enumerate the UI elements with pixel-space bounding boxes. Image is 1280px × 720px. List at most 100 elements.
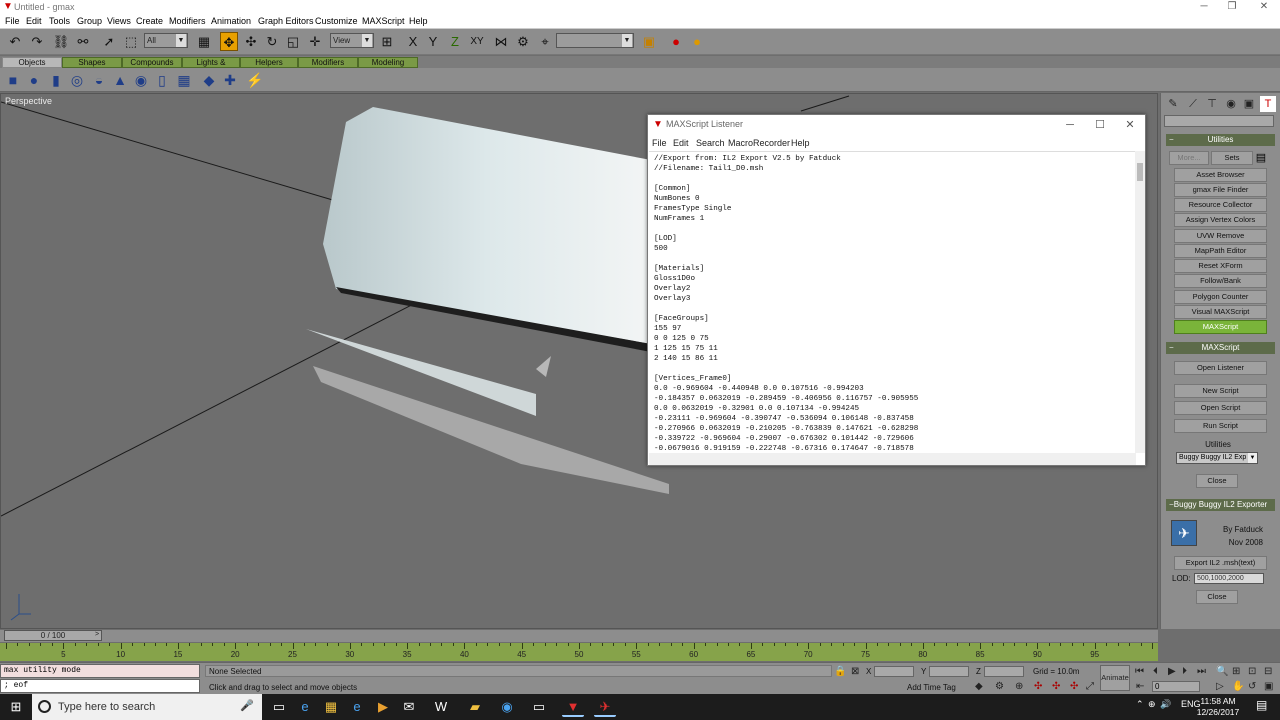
key-mode-toggle-icon[interactable]: ⇤ [1136,681,1144,692]
tab-shapes[interactable]: Shapes [62,57,122,68]
tab-modeling[interactable]: Modeling [358,57,418,68]
torus-icon[interactable]: ◎ [68,71,86,89]
plane-icon[interactable]: ▦ [175,71,193,89]
maximize-viewport-icon[interactable]: ▣ [1264,681,1273,692]
utility-gmax-file-finder[interactable]: gmax File Finder [1174,183,1267,197]
bone-icon[interactable]: ⚡ [246,71,264,89]
axis-z-icon[interactable]: Z [446,32,464,51]
track-bar[interactable]: 5 10 15 20 25 30 35 40 45 50 55 60 65 70 75 80 85 90 95 [0,643,1158,661]
lock-selection-icon[interactable]: 🔒 [834,666,846,677]
restore-button[interactable]: ❐ [1220,0,1244,14]
utility-polygon-counter[interactable]: Polygon Counter [1174,290,1267,304]
time-config-icon[interactable]: ⚙ [995,681,1004,692]
animate-button[interactable]: Animate [1100,665,1130,691]
listener-menu-search[interactable]: Search [696,138,725,148]
menu-customize[interactable]: Customize [315,16,358,27]
tab-helpers[interactable]: Helpers [240,57,298,68]
utility-asset-browser[interactable]: Asset Browser [1174,168,1267,182]
select-rotate-icon[interactable]: ✣ [242,32,260,51]
select-arrow-icon[interactable]: ➚ [100,32,118,51]
utility-reset-xform[interactable]: Reset XForm [1174,259,1267,273]
menu-group[interactable]: Group [77,16,102,27]
pivot-center-icon[interactable]: ⊞ [378,32,396,51]
maxscript-mini-listener-output[interactable]: max utility mode [0,664,200,678]
lod-input[interactable]: 500,1000,2000 [1194,573,1264,584]
listener-menu-edit[interactable]: Edit [673,138,689,148]
arc-rotate-icon[interactable]: ↺ [1248,681,1256,692]
go-to-end-icon[interactable]: ⏭ [1197,666,1206,677]
cylinder-icon[interactable]: ▮ [47,71,65,89]
spinner-snap-icon[interactable]: ✣ [1070,681,1078,692]
utilities-tab-icon[interactable]: T [1260,96,1276,112]
internet-explorer-icon[interactable]: e [346,697,368,717]
redo-icon[interactable]: ↷ [28,32,46,51]
tab-modifiers[interactable]: Modifiers [298,57,358,68]
tray-overflow-icon[interactable]: ⌃ [1136,699,1144,710]
render-scene-icon[interactable]: ● [667,32,685,51]
listener-text[interactable]: //Export from: IL2 Export V2.5 by Fatduc… [649,152,1136,451]
listener-title-bar[interactable]: ▼ MAXScript Listener ─ ☐ ✕ [648,115,1145,135]
task-view-icon[interactable]: ▭ [268,697,290,717]
create-tab-icon[interactable]: ✎ [1165,96,1181,112]
listener-horizontal-scrollbar[interactable] [649,453,1136,465]
gmax-taskbar-icon[interactable]: ▼ [562,697,584,717]
y-coordinate-field[interactable] [929,666,969,677]
display-tab-icon[interactable]: ▣ [1241,96,1257,112]
utility-assign-vertex-colors[interactable]: Assign Vertex Colors [1174,213,1267,227]
tab-objects[interactable]: Objects [2,57,62,68]
windows-start-icon[interactable]: ⊞ [0,694,32,720]
edge-browser-icon[interactable]: e [294,697,316,717]
previous-frame-icon[interactable]: ⏴ [1153,666,1158,677]
add-time-tag[interactable]: Add Time Tag [907,683,956,692]
select-manipulate-icon[interactable]: ✛ [306,32,324,51]
aol-icon[interactable]: ◉ [496,697,518,717]
maxscript-rollout-header[interactable]: − MAXScript [1166,342,1275,354]
scroll-thumb[interactable] [1137,163,1143,181]
utility-resource-collector[interactable]: Resource Collector [1174,198,1267,212]
listener-vertical-scrollbar[interactable] [1135,151,1145,453]
close-button[interactable]: ✕ [1252,0,1276,14]
zoom-extents-selected-icon[interactable]: ⊟ [1264,666,1272,677]
reference-coordinate-dropdown[interactable]: View ▼ [330,33,374,48]
exporter-rollout-header[interactable]: − Buggy Buggy IL2 Exporter [1166,499,1275,511]
geosphere-icon[interactable]: ◉ [132,71,150,89]
hierarchy-tab-icon[interactable]: ⊤ [1204,96,1220,112]
zoom-extents-all-icon[interactable]: ⊡ [1248,666,1256,677]
panel-name-field[interactable] [1164,115,1274,127]
key-mode-icon[interactable]: ◆ [975,681,983,692]
file-explorer-icon[interactable]: ▰ [464,697,486,717]
menu-help[interactable]: Help [409,16,428,27]
go-to-start-icon[interactable]: ⏮ [1135,666,1144,677]
undo-icon[interactable]: ↶ [6,32,24,51]
listener-minimize-button[interactable]: ─ [1058,117,1082,133]
cone-icon[interactable]: ▲ [111,71,129,89]
select-move-icon[interactable]: ✥ [220,32,238,51]
menu-create[interactable]: Create [136,16,163,27]
teapot-icon[interactable]: ◒ [90,71,108,89]
region-select-icon[interactable]: ⬚ [122,32,140,51]
snap-toggle-icon[interactable]: ⊕ [1015,681,1023,692]
zoom-icon[interactable]: 🔍 [1216,666,1228,677]
percent-snap-icon[interactable]: ✣ [1052,681,1060,692]
z-coordinate-field[interactable] [984,666,1024,677]
menu-edit[interactable]: Edit [26,16,42,27]
menu-views[interactable]: Views [107,16,131,27]
minimize-button[interactable]: ─ [1192,0,1216,14]
time-slider-track[interactable] [0,630,1158,642]
play-icon[interactable]: ▶ [1168,666,1176,677]
modify-tab-icon[interactable]: ⟋ [1185,96,1201,112]
open-listener-button[interactable]: Open Listener [1174,361,1267,375]
pan-icon[interactable]: ✋ [1232,681,1244,692]
word-icon[interactable]: W [430,697,452,717]
open-script-button[interactable]: Open Script [1174,401,1267,415]
utility-select-dropdown[interactable]: Buggy Buggy IL2 Exp ▼ [1176,452,1258,464]
absolute-mode-icon[interactable]: ⊠ [851,666,859,677]
zoom-all-icon[interactable]: ⊞ [1232,666,1240,677]
notification-icon[interactable]: ▤ [1256,698,1267,712]
menu-graph-editors[interactable]: Graph Editors [258,16,314,27]
utility-visual-maxscript[interactable]: Visual MAXScript [1174,305,1267,319]
configure-button-sets-icon[interactable]: ▤ [1254,151,1268,165]
listener-menu-help[interactable]: Help [791,138,810,148]
time-slider[interactable]: 0 / 100 [4,630,102,641]
sets-button[interactable]: Sets [1211,151,1253,165]
